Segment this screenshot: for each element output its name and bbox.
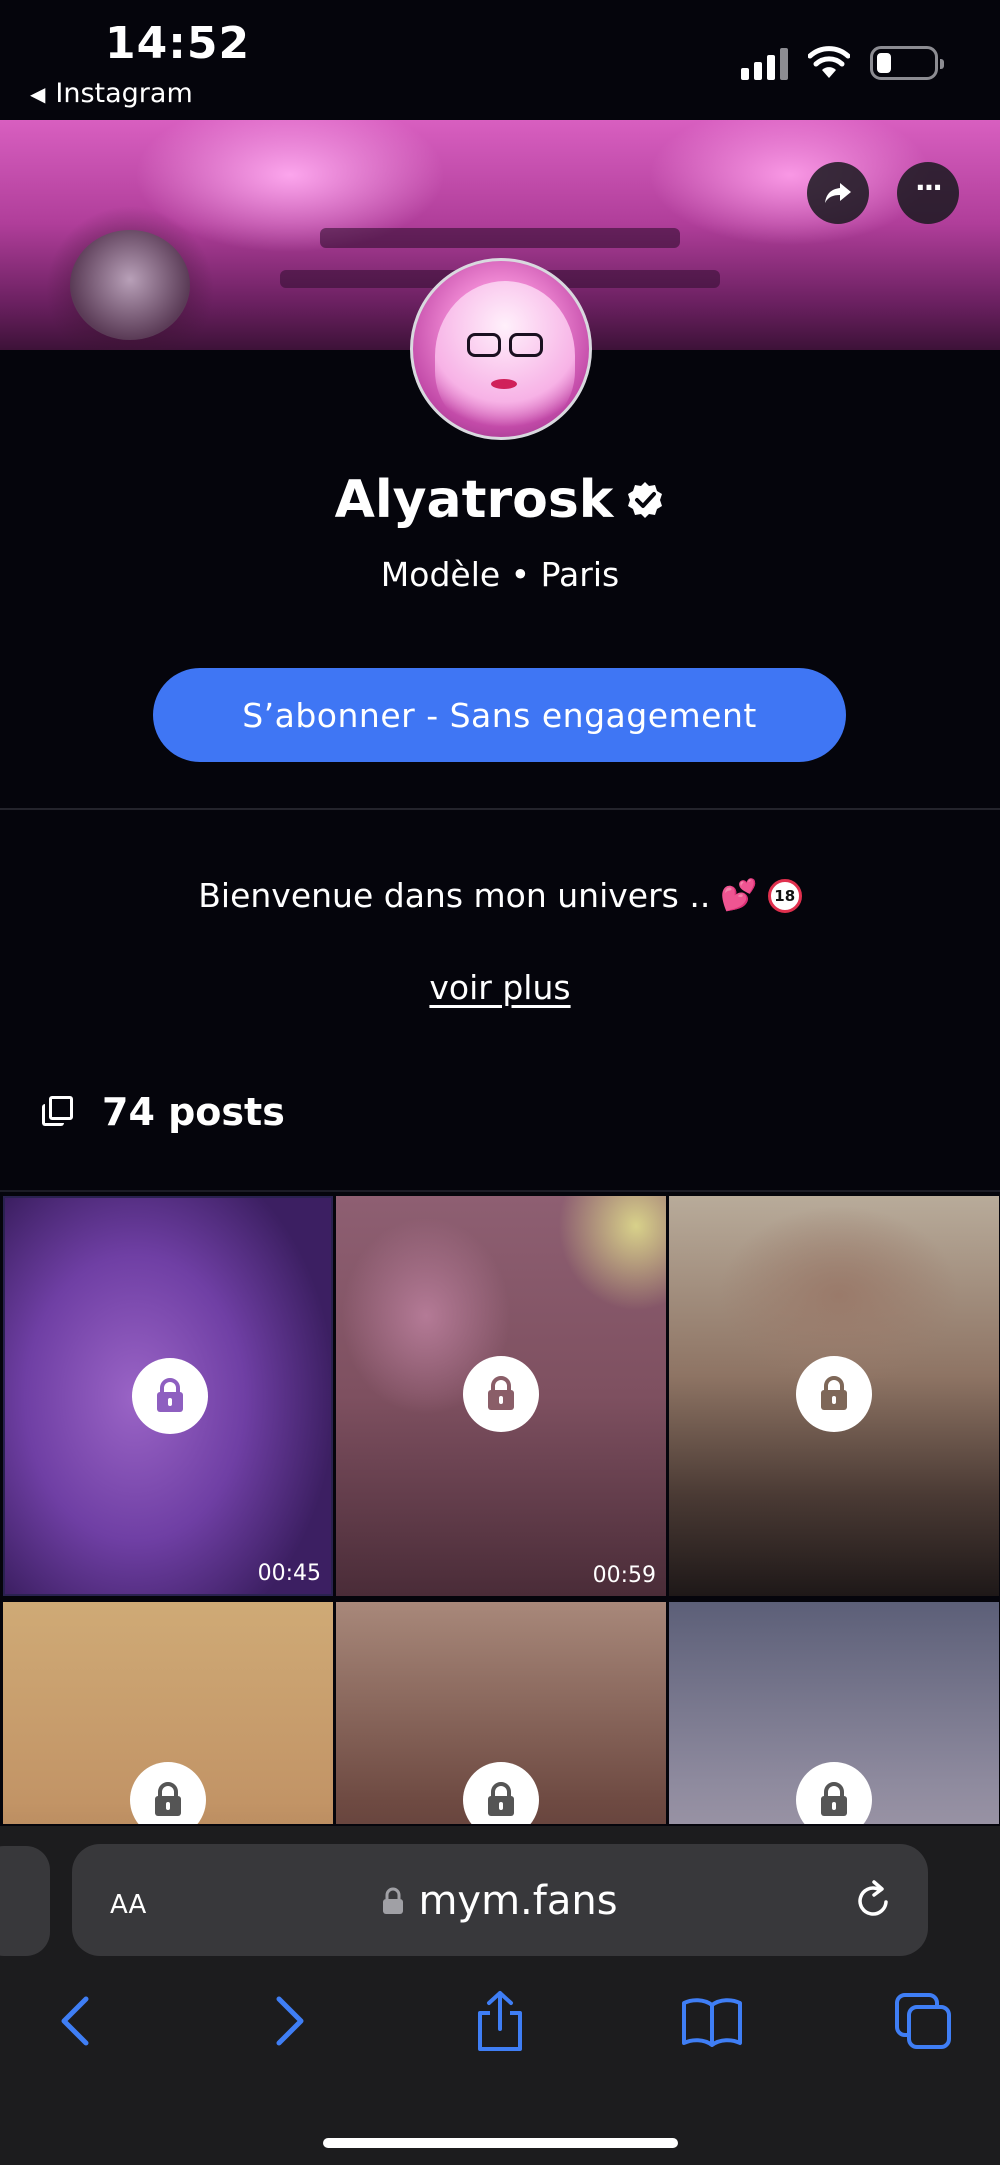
browser-toolbar: AA mym.fans	[0, 1826, 1000, 2165]
lock-button[interactable]	[463, 1356, 539, 1432]
system-icons	[741, 46, 944, 80]
posts-grid: 00:45 00:59	[0, 1194, 1000, 1824]
browser-nav-row	[0, 1986, 1000, 2066]
lock-icon	[155, 1782, 181, 1816]
lock-button[interactable]	[796, 1762, 872, 1824]
avatar[interactable]	[410, 258, 592, 440]
forward-icon	[276, 1996, 304, 2046]
post-tile[interactable]	[336, 1602, 666, 1824]
lock-icon	[488, 1376, 514, 1410]
bio-text: Bienvenue dans mon univers ..	[198, 876, 711, 915]
cellular-signal-icon	[741, 46, 788, 80]
subscribe-button[interactable]: S’abonner - Sans engagement	[153, 668, 846, 762]
posts-count: 74 posts	[102, 1090, 285, 1134]
share-icon	[825, 183, 851, 203]
back-to-app-link[interactable]: ◀ Instagram	[30, 78, 193, 109]
lock-button[interactable]	[130, 1762, 206, 1824]
post-tile[interactable]	[669, 1196, 999, 1596]
lock-button[interactable]	[132, 1358, 208, 1434]
tabs-icon	[895, 1993, 951, 2049]
lock-icon	[383, 1887, 404, 1914]
profile-bio: Bienvenue dans mon univers .. 💕 18	[0, 876, 1000, 915]
more-icon: ···	[915, 171, 943, 204]
home-indicator[interactable]	[323, 2138, 678, 2148]
share-sheet-icon	[478, 1991, 522, 2051]
lock-icon	[488, 1782, 514, 1816]
avatar-glasses	[465, 333, 545, 359]
eighteen-plus-icon: 18	[767, 878, 802, 913]
banner-decor	[70, 230, 190, 340]
grid-divider	[0, 1190, 1000, 1192]
divider	[0, 808, 1000, 810]
verified-icon	[628, 482, 663, 518]
posts-header: 74 posts	[42, 1090, 285, 1134]
reload-icon[interactable]	[852, 1878, 896, 1922]
address-bar[interactable]: AA mym.fans	[72, 1844, 928, 1956]
back-app-label: Instagram	[55, 78, 193, 109]
bookmarks-button[interactable]	[677, 1986, 747, 2056]
battery-icon	[870, 46, 944, 80]
bookmarks-icon	[682, 1998, 742, 2047]
forward-button[interactable]	[255, 1986, 325, 2056]
post-tile[interactable]	[3, 1602, 333, 1824]
video-duration: 00:45	[257, 1561, 321, 1586]
back-button[interactable]	[40, 1986, 110, 2056]
video-duration: 00:59	[592, 1563, 656, 1588]
lock-icon	[821, 1376, 847, 1410]
tabs-button[interactable]	[888, 1986, 958, 2056]
lock-button[interactable]	[463, 1762, 539, 1824]
see-more-link[interactable]: voir plus	[0, 968, 1000, 1007]
status-bar: 14:52 ◀ Instagram	[0, 0, 1000, 120]
post-tile[interactable]	[669, 1602, 999, 1824]
back-triangle-icon: ◀	[30, 81, 46, 106]
profile-name-row: Alyatrosk	[0, 470, 1000, 530]
previous-tab-preview[interactable]	[0, 1846, 50, 1956]
status-time: 14:52	[105, 18, 251, 69]
post-tile[interactable]: 00:45	[3, 1196, 333, 1596]
wifi-icon	[808, 46, 850, 78]
profile-subtitle: Modèle • Paris	[380, 555, 620, 594]
posts-icon	[42, 1096, 74, 1128]
url-text: mym.fans	[418, 1878, 618, 1924]
post-tile[interactable]: 00:59	[336, 1196, 666, 1596]
url-display[interactable]: mym.fans	[72, 1878, 928, 1924]
lock-icon	[157, 1378, 183, 1412]
share-button[interactable]	[807, 162, 869, 224]
profile-name: Alyatrosk	[334, 470, 614, 530]
more-options-button[interactable]: ···	[897, 162, 959, 224]
back-icon	[61, 1996, 89, 2046]
lock-button[interactable]	[796, 1356, 872, 1432]
share-sheet-button[interactable]	[465, 1986, 535, 2056]
lock-icon	[821, 1782, 847, 1816]
heart-emoji-icon: 💕	[720, 878, 758, 913]
